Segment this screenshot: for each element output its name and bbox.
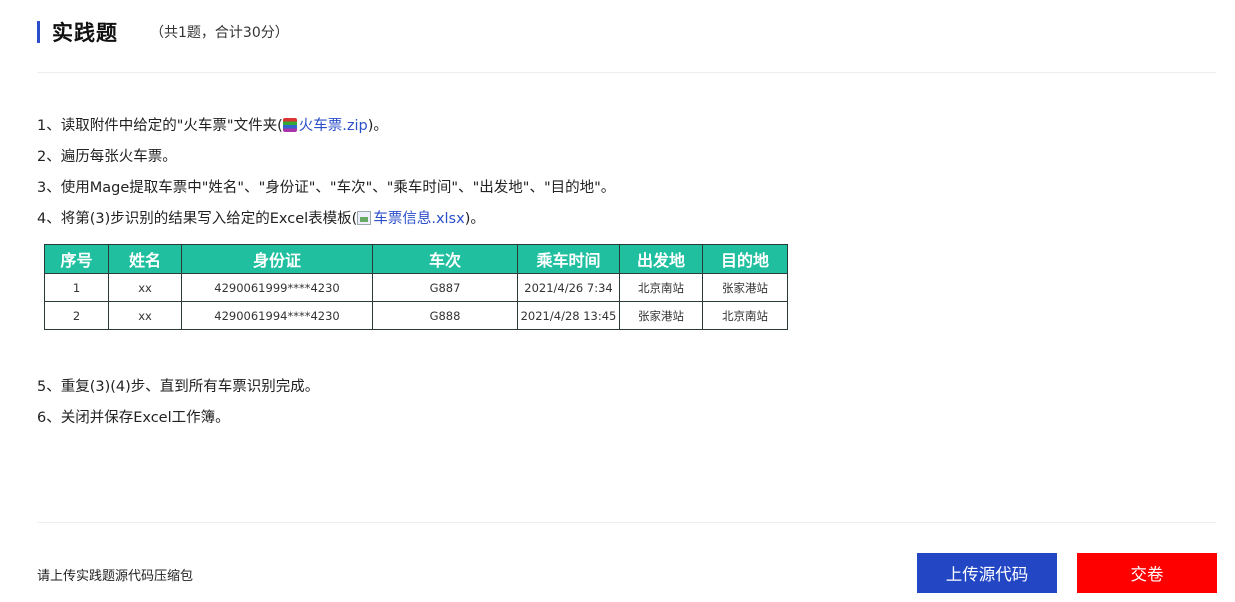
table-cell: 张家港站 (702, 273, 788, 302)
table-cell: 北京南站 (619, 273, 703, 302)
table-cell: 张家港站 (619, 301, 703, 330)
table-row: 2 xx 4290061994****4230 G888 2021/4/28 1… (44, 301, 788, 330)
step-3: 3、使用Mage提取车票中"姓名"、"身份证"、"车次"、"乘车时间"、"出发地… (37, 180, 616, 196)
table-header-cell: 身份证 (181, 244, 373, 274)
table-header-cell: 序号 (44, 244, 109, 274)
step-1-text: 1、读取附件中给定的"火车票"文件夹( (37, 118, 283, 134)
accent-bar (37, 21, 40, 43)
step-4-text: 4、将第(3)步识别的结果写入给定的Excel表模板( (37, 211, 358, 227)
table-cell: xx (108, 273, 182, 302)
step-4: 4、将第(3)步识别的结果写入给定的Excel表模板( 车票信息.xlsx)。 (37, 208, 615, 239)
table-cell: 2021/4/26 7:34 (517, 273, 620, 302)
section-header: 实践题 （共1题，合计30分） (37, 19, 289, 45)
table-header-cell: 乘车时间 (517, 244, 620, 274)
table-row: 1 xx 4290061999****4230 G887 2021/4/26 7… (44, 273, 788, 302)
step-5: 5、重复(3)(4)步、直到所有车票识别完成。 (37, 379, 320, 395)
table-header-cell: 目的地 (702, 244, 788, 274)
table-header-cell: 车次 (372, 244, 518, 274)
upload-source-button[interactable]: 上传源代码 (917, 553, 1057, 593)
table-cell: 2 (44, 301, 109, 330)
step-1: 1、读取附件中给定的"火车票"文件夹( 火车票.zip)。 (37, 115, 615, 146)
table-cell: 4290061999****4230 (181, 273, 373, 302)
xlsx-attachment-label: 车票信息.xlsx (373, 211, 465, 227)
instructions-part-1: 1、读取附件中给定的"火车票"文件夹(火车票.zip)。 2、遍历每张火车票。 … (37, 115, 615, 239)
table-cell: 北京南站 (702, 301, 788, 330)
table-cell: 2021/4/28 13:45 (517, 301, 620, 330)
table-cell: xx (108, 301, 182, 330)
step-4-suffix: )。 (464, 211, 485, 227)
zip-attachment-link[interactable]: 火车票.zip (282, 118, 368, 134)
zip-archive-icon (282, 118, 297, 132)
table-cell: 1 (44, 273, 109, 302)
table-header-row: 序号 姓名 身份证 车次 乘车时间 出发地 目的地 (44, 244, 788, 274)
instructions-part-2: 5、重复(3)(4)步、直到所有车票识别完成。 6、关闭并保存Excel工作簿。 (37, 376, 319, 438)
step-2: 2、遍历每张火车票。 (37, 149, 177, 165)
table-cell: G887 (372, 273, 518, 302)
section-title: 实践题 (52, 21, 118, 45)
step-6: 6、关闭并保存Excel工作簿。 (37, 410, 230, 426)
xlsx-attachment-link[interactable]: 车票信息.xlsx (357, 211, 465, 227)
table-header-cell: 姓名 (108, 244, 182, 274)
step-1-suffix: )。 (367, 118, 388, 134)
section-score-info: （共1题，合计30分） (150, 25, 289, 41)
sample-ticket-table: 序号 姓名 身份证 车次 乘车时间 出发地 目的地 1 xx 429006199… (44, 244, 788, 330)
top-divider (37, 72, 1216, 73)
bottom-divider (37, 522, 1216, 523)
submit-exam-button[interactable]: 交卷 (1077, 553, 1217, 593)
table-header-cell: 出发地 (619, 244, 703, 274)
table-cell: G888 (372, 301, 518, 330)
zip-attachment-label: 火车票.zip (298, 118, 368, 134)
broken-image-icon (357, 211, 372, 225)
upload-hint: 请上传实践题源代码压缩包 (37, 569, 194, 584)
table-cell: 4290061994****4230 (181, 301, 373, 330)
